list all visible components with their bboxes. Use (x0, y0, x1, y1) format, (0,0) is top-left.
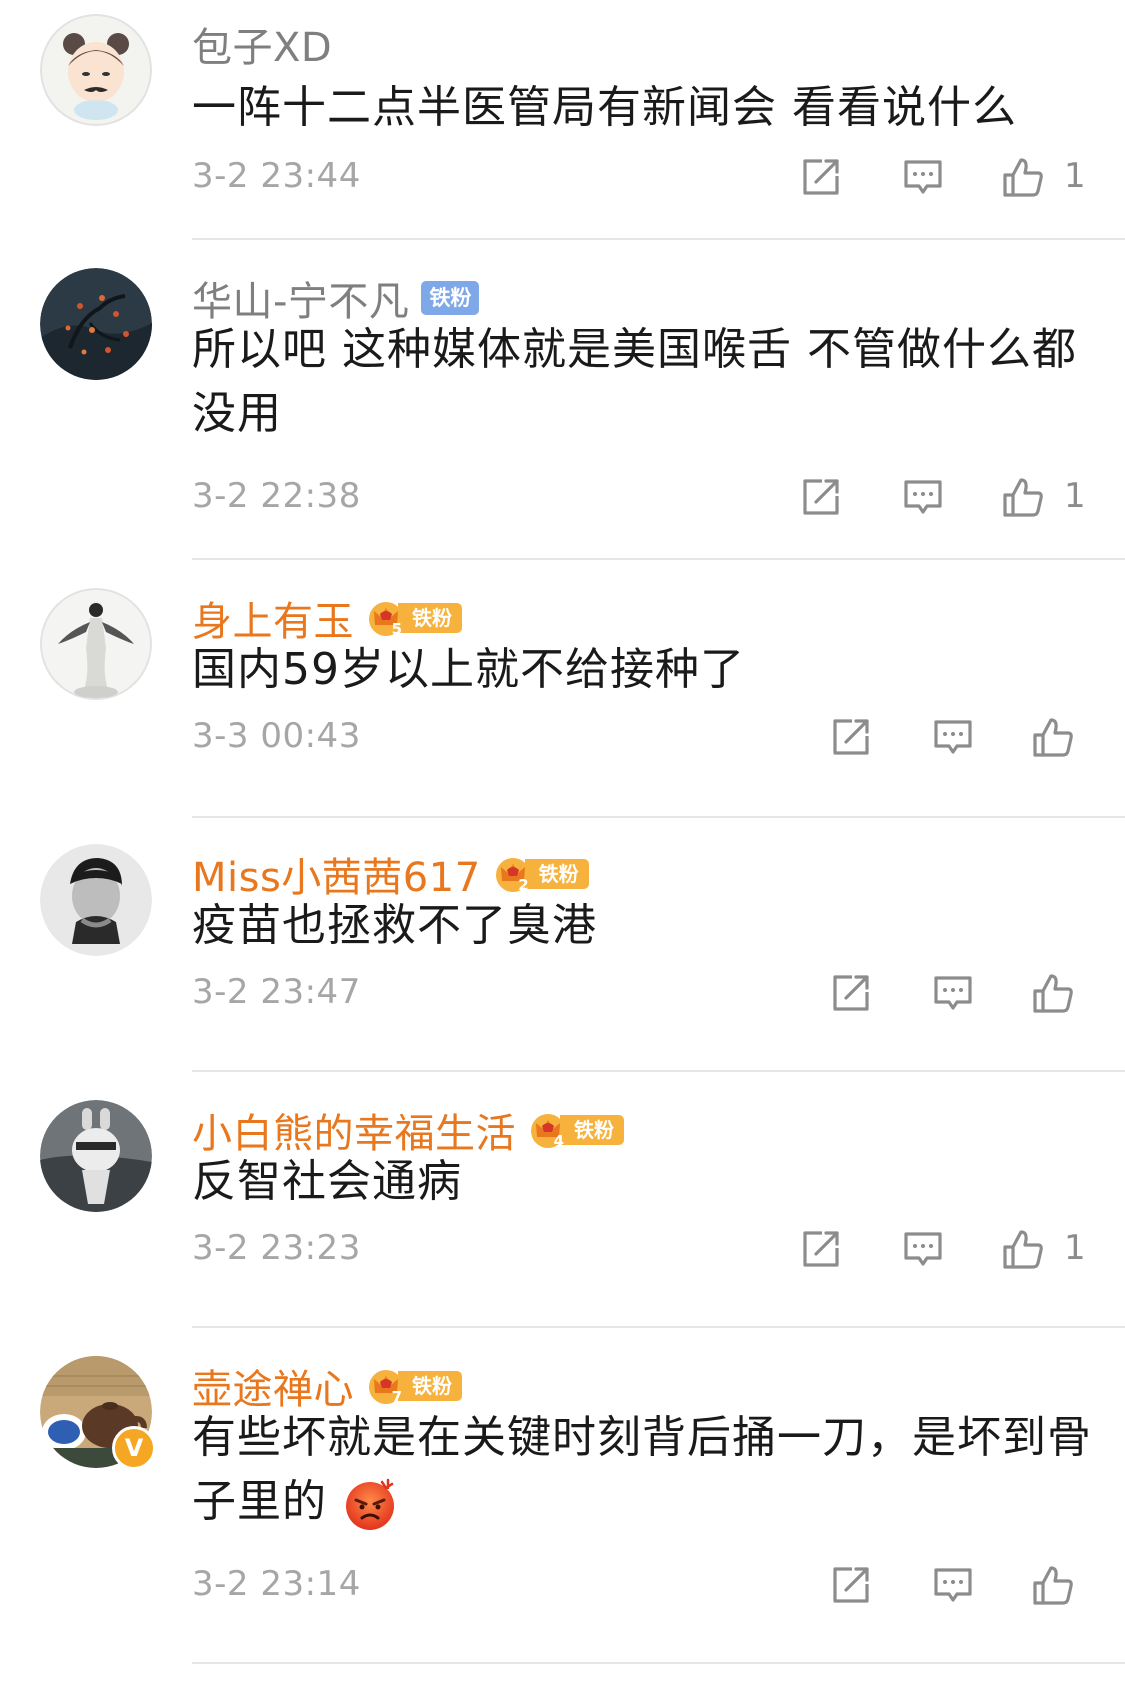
comment-icon[interactable] (932, 716, 974, 758)
user-avatar[interactable] (40, 14, 152, 126)
like-icon[interactable] (1032, 716, 1074, 758)
comment-icon[interactable] (902, 156, 944, 198)
comment-meta: 3-3 00:43 (0, 704, 1125, 768)
comment-meta: 3-2 22:38 1 (0, 464, 1125, 528)
fan-level: 4 (553, 1132, 564, 1150)
like-icon[interactable] (1032, 1564, 1074, 1606)
comment-meta: 3-2 23:23 1 (0, 1216, 1125, 1280)
crown-icon: 5 (366, 598, 406, 638)
comment-item: 身上有玉 5 铁粉 国内59岁以上就不给接种了 3-3 00:43 (0, 574, 1125, 826)
comment-text: 国内59岁以上就不给接种了 (192, 644, 745, 695)
timestamp: 3-3 00:43 (192, 716, 361, 756)
like-count: 1 (1064, 476, 1086, 516)
user-avatar[interactable] (40, 268, 152, 380)
comment-icon[interactable] (902, 476, 944, 518)
comment-meta: 3-2 23:44 1 (0, 144, 1125, 208)
divider (192, 816, 1125, 818)
like-icon[interactable] (1002, 1228, 1044, 1270)
repost-icon[interactable] (800, 156, 842, 198)
user-avatar[interactable] (40, 1100, 152, 1212)
comment-meta: 3-2 23:14 (0, 1552, 1125, 1616)
timestamp: 3-2 23:47 (192, 972, 361, 1012)
comment-icon[interactable] (902, 1228, 944, 1270)
comment-text: 疫苗也拯救不了臭港 (192, 900, 597, 951)
like-icon[interactable] (1002, 476, 1044, 518)
divider (192, 558, 1125, 560)
fan-level: 5 (391, 620, 402, 638)
crown-icon: 4 (528, 1110, 568, 1150)
divider (192, 1070, 1125, 1072)
night-tree-avatar-icon (40, 268, 152, 380)
fan-badge: 铁粉 (398, 603, 462, 633)
comment-text: 所以吧 这种媒体就是美国喉舌 不管做什么都没用 (192, 324, 1077, 439)
angry-face-emoji-icon (346, 1478, 394, 1530)
username[interactable]: 包子XD (192, 15, 332, 73)
comment-text: 有些坏就是在关键时刻背后捅一刀，是坏到骨子里的 (192, 1406, 1092, 1534)
fan-level-badge: 4 铁粉 (528, 1110, 624, 1150)
dancer-avatar-icon (40, 588, 152, 700)
comment-icon[interactable] (932, 972, 974, 1014)
user-avatar[interactable] (40, 588, 152, 700)
like-icon[interactable] (1002, 156, 1044, 198)
like-count: 1 (1064, 156, 1086, 196)
verified-badge-icon: V (112, 1426, 156, 1470)
crown-icon: 2 (493, 854, 533, 894)
like-icon[interactable] (1032, 972, 1074, 1014)
fan-level-badge: 2 铁粉 (493, 854, 589, 894)
divider (192, 238, 1125, 240)
fan-badge: 铁粉 (398, 1371, 462, 1401)
comment-item: Miss小茜茜617 2 铁粉 疫苗也拯救不了臭港 3-2 23:47 (0, 830, 1125, 1080)
comment-header: 包子XD (192, 16, 332, 72)
fan-level-badge: 5 铁粉 (366, 598, 462, 638)
repost-icon[interactable] (800, 1228, 842, 1270)
fan-badge: 铁粉 (524, 859, 589, 889)
user-avatar[interactable] (40, 844, 152, 956)
fan-badge: 铁粉 (560, 1115, 624, 1145)
comment-text: 反智社会通病 (192, 1156, 462, 1207)
comment-item: 小白熊的幸福生活 4 铁粉 反智社会通病 3-2 23:23 1 (0, 1086, 1125, 1336)
comment-text: 一阵十二点半医管局有新闻会 看看说什么 (192, 82, 1017, 133)
timestamp: 3-2 23:23 (192, 1228, 361, 1268)
repost-icon[interactable] (800, 476, 842, 518)
repost-icon[interactable] (830, 972, 872, 1014)
portrait-avatar-icon (40, 844, 152, 956)
fan-level: 7 (391, 1388, 402, 1406)
comment-icon[interactable] (932, 1564, 974, 1606)
repost-icon[interactable] (830, 1564, 872, 1606)
fan-level: 2 (518, 876, 529, 894)
timestamp: 3-2 23:44 (192, 156, 361, 196)
comment-text-body: 有些坏就是在关键时刻背后捅一刀，是坏到骨子里的 (192, 1412, 1092, 1527)
repost-icon[interactable] (830, 716, 872, 758)
user-avatar[interactable]: V (40, 1356, 156, 1470)
divider (192, 1326, 1125, 1328)
comment-item: 华山-宁不凡 铁粉 所以吧 这种媒体就是美国喉舌 不管做什么都没用 3-2 22… (0, 254, 1125, 568)
timestamp: 3-2 22:38 (192, 476, 361, 516)
cartoon-girl-avatar-icon (40, 14, 152, 126)
comment-meta: 3-2 23:47 (0, 960, 1125, 1024)
crown-icon: 7 (366, 1366, 406, 1406)
comment-item: V 壶途禅心 7 铁粉 有些坏就是在关键时刻背后捅一刀，是坏到骨子里的 3-2 … (0, 1342, 1125, 1682)
fan-badge: 铁粉 (421, 281, 480, 315)
like-count: 1 (1064, 1228, 1086, 1268)
comment-item: 包子XD 一阵十二点半医管局有新闻会 看看说什么 3-2 23:44 1 (0, 0, 1125, 240)
fan-level-badge: 7 铁粉 (366, 1366, 462, 1406)
bear-avatar-icon (40, 1100, 152, 1212)
timestamp: 3-2 23:14 (192, 1564, 361, 1604)
divider (192, 1662, 1125, 1664)
